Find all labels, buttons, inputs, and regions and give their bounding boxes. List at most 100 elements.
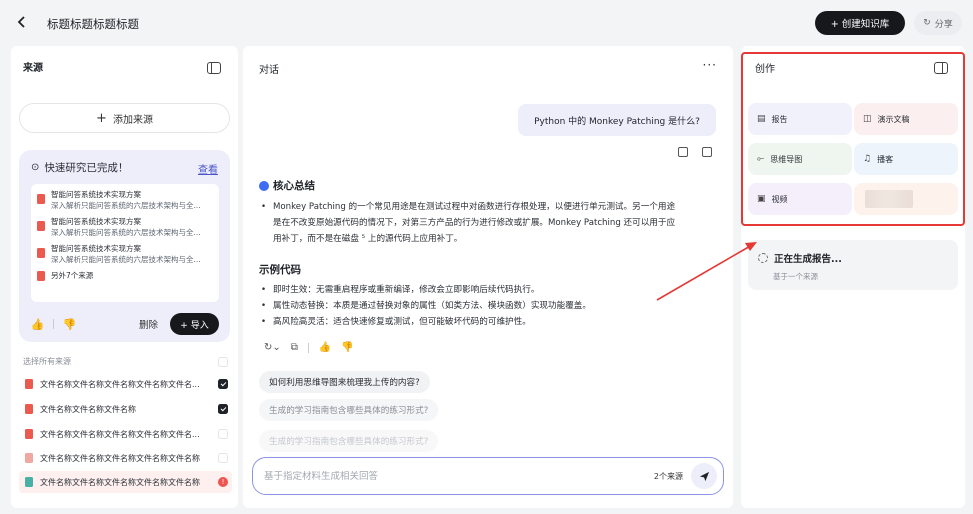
select-all-row[interactable]: 选择所有来源 bbox=[23, 356, 228, 367]
add-source-button[interactable]: + 添加来源 bbox=[19, 103, 230, 133]
list-item: 属性动态替换：本质是通过替换对象的属性（如类方法、模块函数）实现功能覆盖。 bbox=[261, 298, 681, 314]
delete-button[interactable]: 删除 bbox=[139, 317, 158, 331]
top-bar: 标题标题标题标题 + 创建知识库 ↻ 分享 bbox=[0, 0, 973, 46]
more-sources-item[interactable]: 另外7个来源 bbox=[37, 270, 213, 281]
quick-research-title: 快速研究已完成！ bbox=[44, 162, 129, 174]
generating-title: 正在生成报告... bbox=[758, 251, 842, 265]
suggestion-chip[interactable]: 如何利用思维导图来梳理我上传的内容? bbox=[259, 371, 430, 393]
item-title: 智能问答系统技术实现方案 bbox=[51, 190, 141, 199]
more-options-icon[interactable]: ··· bbox=[703, 58, 717, 72]
source-row[interactable]: 文件名称文件名称文件名称文件名称文件名... bbox=[19, 423, 232, 445]
source-name: 文件名称文件名称文件名称文件名称文件名称 bbox=[40, 453, 200, 463]
item-subtitle: 深入解析只能问答系统的六层技术架构与全... bbox=[51, 255, 201, 264]
divider bbox=[307, 342, 309, 353]
suggestion-chip[interactable]: 生成的学习指南包含哪些具体的练习形式? bbox=[259, 430, 439, 452]
list-item[interactable]: 智能问答系统技术实现方案 深入解析只能问答系统的六层技术架构与全... bbox=[37, 243, 213, 265]
share-icon: ↻ bbox=[923, 18, 931, 28]
slides-tile[interactable]: ◫ 演示文稿 bbox=[854, 103, 958, 135]
import-button[interactable]: + 导入 bbox=[170, 313, 219, 335]
slides-icon: ◫ bbox=[863, 114, 872, 124]
mindmap-tile[interactable]: ⟜ 思维导图 bbox=[748, 143, 852, 175]
send-icon bbox=[699, 471, 709, 481]
plus-icon: + bbox=[96, 110, 107, 126]
more-sources-label: 另外7个来源 bbox=[51, 271, 94, 280]
source-checkbox[interactable] bbox=[218, 453, 228, 463]
source-row[interactable]: 文件名称文件名称文件名称文件名称文件名... bbox=[19, 373, 232, 395]
pdf-icon bbox=[37, 270, 45, 281]
pdf-icon bbox=[25, 453, 33, 463]
item-subtitle: 深入解析只能问答系统的六层技术架构与全... bbox=[51, 201, 201, 210]
quick-research-actions: 👍 👎 删除 + 导入 bbox=[31, 313, 219, 335]
collapse-panel-icon[interactable] bbox=[934, 62, 948, 74]
mindmap-icon: ⟜ bbox=[757, 154, 765, 164]
create-panel: 创作 ▤ 报告 ◫ 演示文稿 ⟜ 思维导图 ♫ 播客 ▣ 视频 正在生成报告..… bbox=[741, 46, 965, 508]
source-name: 文件名称文件名称文件名称文件名称文件名... bbox=[40, 429, 200, 439]
source-checkbox[interactable] bbox=[218, 379, 228, 389]
edit-icon[interactable] bbox=[702, 147, 712, 157]
item-subtitle: 深入解析只能问答系统的六层技术架构与全... bbox=[51, 228, 201, 237]
error-icon: ! bbox=[218, 477, 228, 487]
item-title: 智能问答系统技术实现方案 bbox=[51, 244, 141, 253]
tile-label: 演示文稿 bbox=[877, 114, 910, 124]
pdf-icon bbox=[25, 429, 33, 439]
source-name: 文件名称文件名称文件名称 bbox=[40, 404, 136, 414]
summary-body: Monkey Patching 的一个常见用途是在测试过程中对函数进行存根处理，… bbox=[261, 199, 681, 247]
send-button[interactable] bbox=[691, 463, 717, 489]
chat-input-box: 2个来源 bbox=[252, 457, 724, 495]
report-tile[interactable]: ▤ 报告 bbox=[748, 103, 852, 135]
pdf-icon bbox=[37, 221, 45, 231]
tile-label: 报告 bbox=[771, 114, 788, 124]
view-link[interactable]: 查看 bbox=[198, 161, 218, 176]
create-heading: 创作 bbox=[755, 64, 775, 75]
copy-icon[interactable]: ⧉ bbox=[291, 342, 298, 353]
thumbs-up-icon[interactable]: 👍 bbox=[31, 318, 45, 331]
divider bbox=[53, 319, 54, 329]
thumbs-up-icon[interactable]: 👍 bbox=[319, 342, 331, 353]
chat-bubble-icon bbox=[259, 180, 269, 191]
back-icon[interactable] bbox=[13, 13, 31, 31]
select-all-checkbox[interactable] bbox=[218, 356, 228, 367]
share-button[interactable]: ↻ 分享 bbox=[914, 11, 962, 35]
thumbs-down-icon[interactable]: 👎 bbox=[341, 342, 353, 353]
source-row[interactable]: 文件名称文件名称文件名称文件名称文件名称 ! bbox=[19, 471, 232, 493]
generating-title-text: 正在生成报告... bbox=[774, 254, 842, 265]
source-count[interactable]: 2个来源 bbox=[654, 471, 683, 482]
podcast-tile[interactable]: ♫ 播客 bbox=[854, 143, 958, 175]
report-icon: ▤ bbox=[757, 114, 766, 124]
example-list: 即时生效：无需重启程序或重新编译，修改会立即影响后续代码执行。 属性动态替换：本… bbox=[261, 282, 681, 330]
pdf-icon bbox=[25, 404, 33, 414]
regenerate-icon[interactable]: ↻⌄ bbox=[264, 342, 281, 353]
example-heading: 示例代码 bbox=[259, 264, 301, 276]
search-clock-icon: ⊙ bbox=[31, 162, 40, 173]
image-file-icon bbox=[25, 477, 33, 487]
summary-heading: 核心总结 bbox=[259, 178, 315, 193]
source-checkbox[interactable] bbox=[218, 429, 228, 439]
list-item[interactable]: 智能问答系统技术实现方案 深入解析只能问答系统的六层技术架构与全... bbox=[37, 189, 213, 211]
message-actions bbox=[678, 147, 712, 157]
generating-card[interactable]: 正在生成报告... 基于一个来源 bbox=[748, 240, 958, 290]
source-row[interactable]: 文件名称文件名称文件名称文件名称文件名称 bbox=[19, 447, 232, 469]
headphones-icon: ♫ bbox=[863, 154, 872, 164]
list-item[interactable]: 智能问答系统技术实现方案 深入解析只能问答系统的六层技术架构与全... bbox=[37, 216, 213, 238]
list-item: 即时生效：无需重启程序或重新编译，修改会立即影响后续代码执行。 bbox=[261, 282, 681, 298]
generating-subtitle: 基于一个来源 bbox=[773, 272, 818, 281]
video-icon: ▣ bbox=[757, 194, 766, 204]
suggestion-chip[interactable]: 生成的学习指南包含哪些具体的练习形式? bbox=[259, 399, 439, 421]
blurred-content bbox=[865, 190, 913, 208]
source-row[interactable]: 文件名称文件名称文件名称 bbox=[19, 398, 232, 420]
source-checkbox[interactable] bbox=[218, 404, 228, 414]
chat-panel: 对话 ··· Python 中的 Monkey Patching 是什么? 核心… bbox=[243, 46, 733, 508]
copy-icon[interactable] bbox=[678, 147, 688, 157]
video-tile[interactable]: ▣ 视频 bbox=[748, 183, 852, 215]
blurred-tile[interactable] bbox=[854, 183, 958, 215]
source-name: 文件名称文件名称文件名称文件名称文件名... bbox=[40, 379, 200, 389]
collapse-panel-icon[interactable] bbox=[207, 62, 221, 74]
tile-label: 思维导图 bbox=[770, 154, 803, 164]
chat-heading: 对话 bbox=[259, 65, 279, 76]
summary-text: Monkey Patching 的一个常见用途是在测试过程中对函数进行存根处理，… bbox=[261, 199, 681, 247]
chat-input[interactable] bbox=[264, 470, 614, 482]
create-knowledge-base-button[interactable]: + 创建知识库 bbox=[815, 11, 905, 35]
item-title: 智能问答系统技术实现方案 bbox=[51, 217, 141, 226]
thumbs-down-icon[interactable]: 👎 bbox=[63, 318, 77, 331]
tile-label: 视频 bbox=[771, 194, 788, 204]
